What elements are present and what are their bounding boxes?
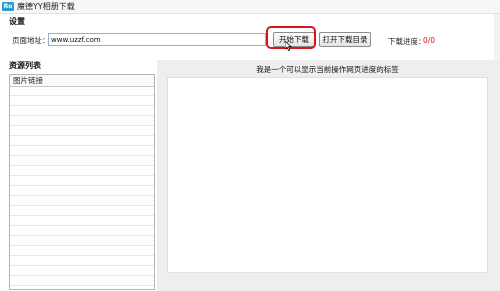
resource-list[interactable]: 图片链接 xyxy=(9,74,155,290)
list-row xyxy=(10,175,154,176)
list-row xyxy=(10,245,154,246)
list-row xyxy=(10,105,154,106)
url-input[interactable] xyxy=(48,33,266,46)
web-view[interactable] xyxy=(167,77,488,273)
list-row xyxy=(10,115,154,116)
progress-label: 下载进度： xyxy=(388,37,426,46)
app-icon: Ro xyxy=(2,2,14,11)
list-row xyxy=(10,195,154,196)
progress-value: 0/0 xyxy=(423,36,436,45)
resource-list-header: 资源列表 xyxy=(9,61,41,70)
list-row xyxy=(10,145,154,146)
mouse-cursor-icon xyxy=(285,41,292,51)
list-row xyxy=(10,235,154,236)
column-header-label: 图片链接 xyxy=(13,76,43,85)
list-row xyxy=(10,265,154,266)
list-row xyxy=(10,215,154,216)
open-download-dir-button[interactable]: 打开下载目录 xyxy=(319,32,371,47)
list-row xyxy=(10,255,154,256)
title-bar xyxy=(0,0,500,14)
window-title: 魔德YY相册下载 xyxy=(17,2,75,11)
list-row xyxy=(10,225,154,226)
settings-header: 设置 xyxy=(9,17,25,26)
list-row xyxy=(10,165,154,166)
list-row xyxy=(10,95,154,96)
list-row xyxy=(10,275,154,276)
list-row xyxy=(10,285,154,286)
list-row xyxy=(10,135,154,136)
list-row xyxy=(10,205,154,206)
list-row xyxy=(10,155,154,156)
status-label: 我是一个可以显示当前操作网页进度的标签 xyxy=(256,65,399,74)
url-label: 页面地址： xyxy=(12,36,50,45)
list-row xyxy=(10,185,154,186)
list-column-header[interactable]: 图片链接 xyxy=(10,75,154,87)
list-row xyxy=(10,125,154,126)
